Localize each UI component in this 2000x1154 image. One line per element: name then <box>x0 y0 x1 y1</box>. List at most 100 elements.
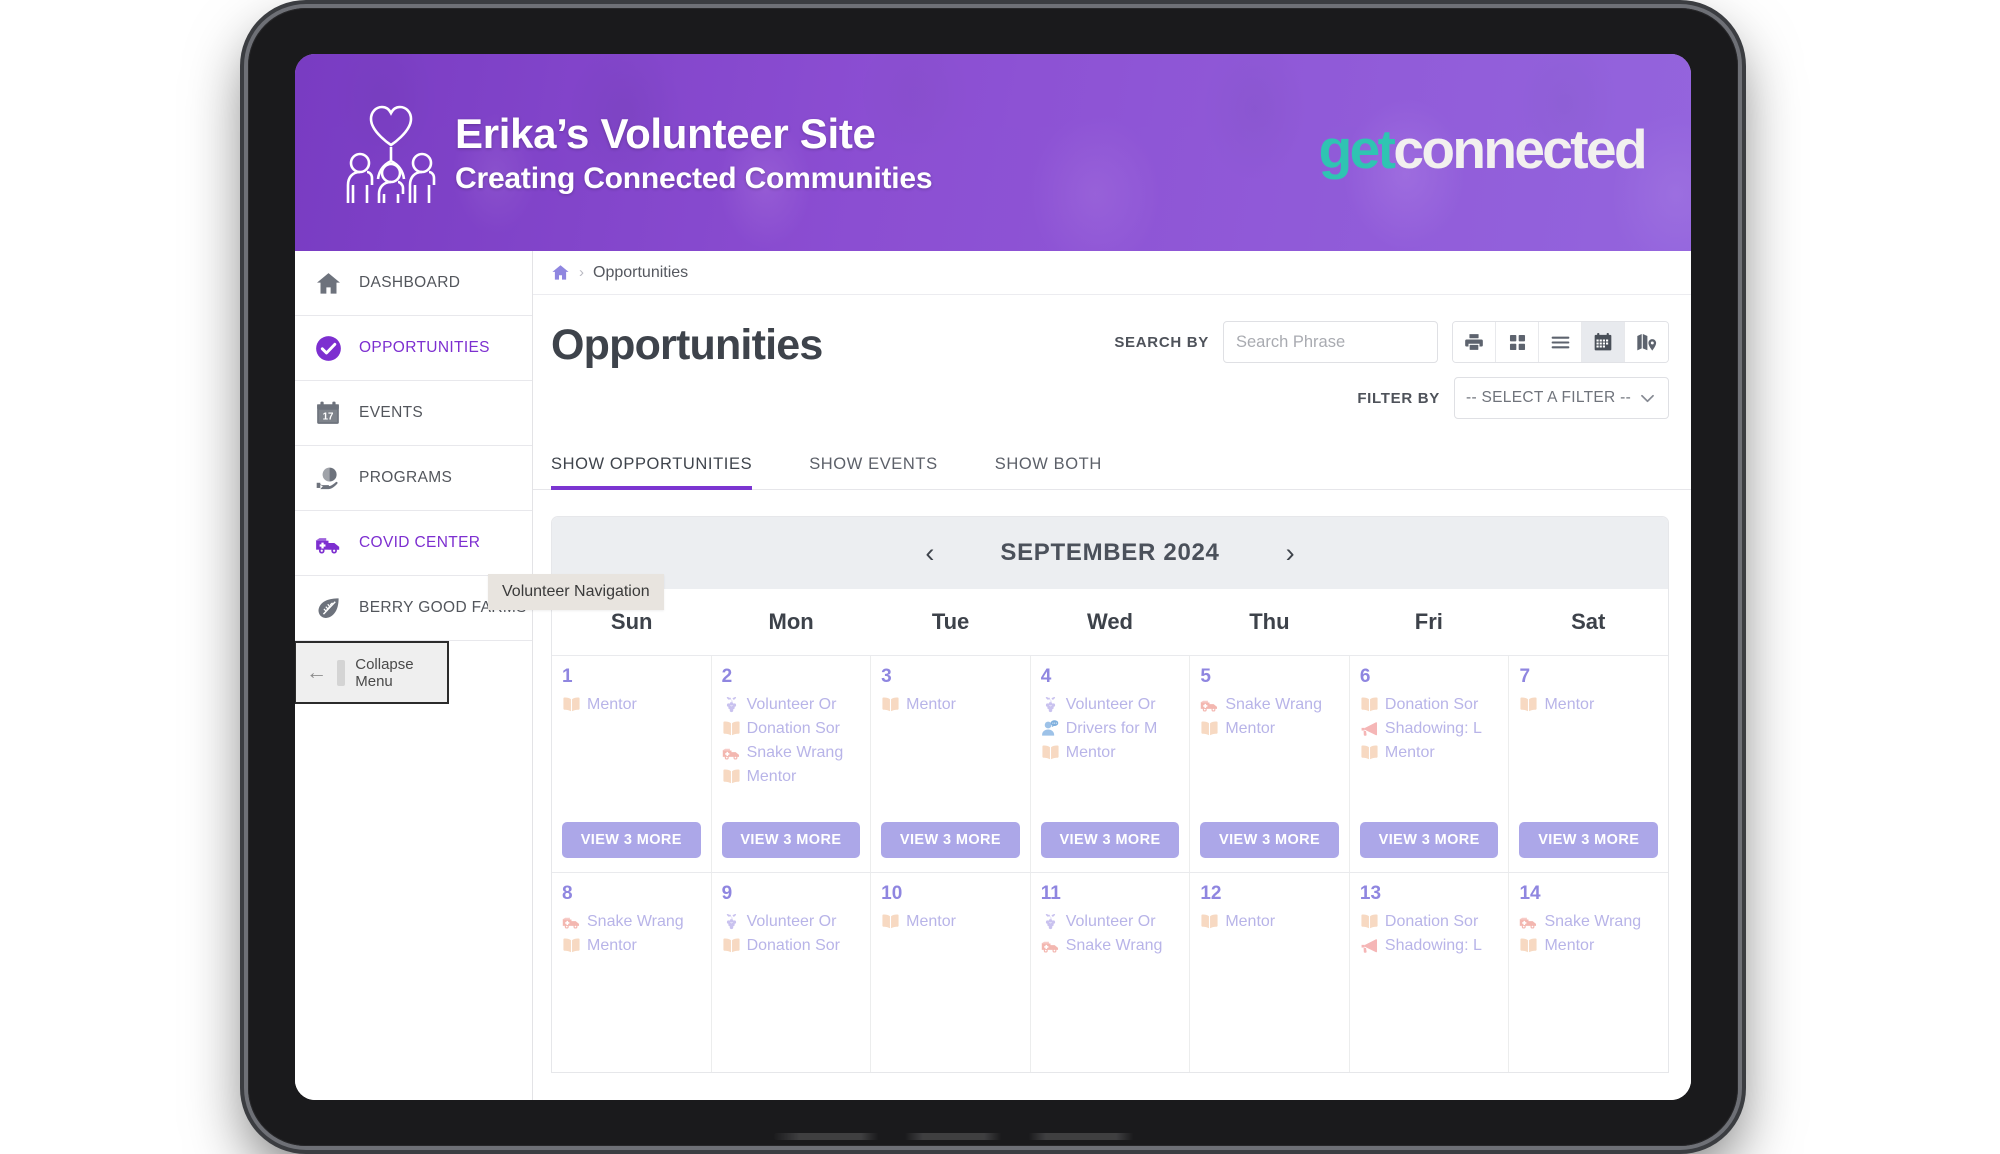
sidebar-item-covid-center[interactable]: COVID CENTER <box>295 511 532 576</box>
map-view-icon[interactable] <box>1625 322 1668 362</box>
calendar-day-number: 14 <box>1519 883 1541 904</box>
calendar-event-item[interactable]: Donation Sor <box>722 936 871 955</box>
grid-view-icon[interactable] <box>1496 322 1539 362</box>
calendar-17-icon: 17 <box>313 398 343 428</box>
calendar-event-item[interactable]: Snake Wrang <box>562 912 711 931</box>
home-icon[interactable] <box>551 263 570 282</box>
calendar-day-cell[interactable]: 2 Volunteer Or Donation Sor Snake Wrang Ment… <box>712 656 872 872</box>
calendar-day-cell[interactable]: 5 Snake Wrang Mentor VIEW 3 MORE <box>1190 656 1350 872</box>
view-more-button[interactable]: VIEW 3 MORE <box>881 821 1020 858</box>
calendar-event-title: Mentor <box>1384 743 1435 761</box>
calendar-day-events: Volunteer Or Snake Wrang <box>1041 912 1190 955</box>
calendar-event-item[interactable]: Mentor <box>1041 743 1190 762</box>
calendar-event-title: Mentor <box>746 767 797 785</box>
sidebar-item-opportunities[interactable]: OPPORTUNITIES <box>295 316 532 381</box>
calendar-event-title: Volunteer Or <box>746 695 837 713</box>
calendar-day-cell[interactable]: 10 Mentor <box>871 873 1031 1072</box>
calendar-event-item[interactable]: Mentor <box>722 767 871 786</box>
filter-select-value: -- SELECT A FILTER -- <box>1466 389 1632 406</box>
calendar-event-item[interactable]: Mentor <box>1360 743 1509 762</box>
calendar-event-item[interactable]: Mentor <box>881 695 1030 714</box>
view-more-button[interactable]: VIEW 3 MORE <box>1359 821 1499 858</box>
sidebar-item-events[interactable]: 17 EVENTS <box>295 381 532 446</box>
calendar-day-events: Mentor <box>881 695 1030 714</box>
calendar-day-cell[interactable]: 11 Volunteer Or Snake Wrang <box>1031 873 1191 1072</box>
book-icon <box>881 695 900 714</box>
collapse-menu-button[interactable]: ← Collapse Menu <box>295 641 449 704</box>
calendar-event-title: Snake Wrang <box>1544 912 1642 930</box>
calendar-day-cell[interactable]: 4 Volunteer Or Drivers for M Mentor VIEW 3 M… <box>1031 656 1191 872</box>
calendar-event-item[interactable]: Mentor <box>881 912 1030 931</box>
calendar-day-number: 4 <box>1040 666 1052 687</box>
ambulance-icon <box>1041 936 1060 955</box>
calendar-day-cell[interactable]: 1 Mentor VIEW 3 MORE <box>552 656 712 872</box>
app-body: DASHBOARD OPPORTUNITIES 17 EVENTS PROGRA… <box>295 251 1691 1100</box>
view-more-button[interactable]: VIEW 3 MORE <box>721 821 861 858</box>
calendar-event-item[interactable]: Volunteer Or <box>1041 912 1190 931</box>
calendar-day-number: 3 <box>881 666 892 687</box>
tab-show-both[interactable]: SHOW BOTH <box>995 441 1132 489</box>
filter-row: FILTER BY -- SELECT A FILTER -- <box>1357 377 1669 419</box>
ambulance-icon <box>313 528 343 558</box>
calendar-event-item[interactable]: Volunteer Or <box>722 912 871 931</box>
calendar-event-title: Snake Wrang <box>1065 936 1163 954</box>
tab-bar: SHOW OPPORTUNITIES SHOW EVENTS SHOW BOTH <box>533 441 1691 490</box>
calendar-day-number: 9 <box>721 883 733 904</box>
calendar-day-cell[interactable]: 7 Mentor VIEW 3 MORE <box>1509 656 1668 872</box>
calendar-day-cell[interactable]: 9 Volunteer Or Donation Sor <box>712 873 872 1072</box>
device-speaker-grille <box>773 1133 1213 1140</box>
search-input[interactable] <box>1223 321 1438 363</box>
calendar-event-item[interactable]: Drivers for M <box>1041 719 1190 738</box>
tab-show-events[interactable]: SHOW EVENTS <box>809 441 968 489</box>
calendar-event-item[interactable]: Mentor <box>562 936 711 955</box>
calendar-event-item[interactable]: Donation Sor <box>1360 695 1509 714</box>
calendar-event-item[interactable]: Shadowing: L <box>1360 936 1509 955</box>
calendar-event-title: Donation Sor <box>1384 912 1479 930</box>
list-view-icon[interactable] <box>1539 322 1582 362</box>
view-more-button[interactable]: VIEW 3 MORE <box>1040 821 1180 858</box>
calendar-wrap: ‹ SEPTEMBER 2024 › Sun Mon Tue Wed Thu Fri Sat… <box>533 490 1691 1100</box>
calendar-event-title: Volunteer Or <box>1065 912 1156 930</box>
ambulance-icon <box>721 743 741 762</box>
view-more-button[interactable]: VIEW 3 MORE <box>1519 821 1659 858</box>
calendar-event-item[interactable]: Volunteer Or <box>1041 695 1190 714</box>
sidebar-item-dashboard[interactable]: DASHBOARD <box>295 251 532 316</box>
view-more-button[interactable]: VIEW 3 MORE <box>562 821 701 858</box>
filter-select[interactable]: -- SELECT A FILTER -- <box>1454 377 1669 419</box>
calendar-event-item[interactable]: Shadowing: L <box>1360 719 1509 738</box>
calendar-event-title: Mentor <box>1544 695 1595 713</box>
calendar-day-cell[interactable]: 3 Mentor VIEW 3 MORE <box>871 656 1031 872</box>
calendar-event-item[interactable]: Mentor <box>562 695 711 714</box>
calendar-event-item[interactable]: Snake Wrang <box>1041 936 1190 955</box>
calendar-event-item[interactable]: Mentor <box>1519 936 1668 955</box>
view-more-button[interactable]: VIEW 3 MORE <box>1200 821 1339 858</box>
calendar-day-number: 6 <box>1359 666 1371 687</box>
calendar-prev-month-button[interactable]: ‹ <box>915 536 944 571</box>
site-tagline: Creating Connected Communities <box>455 161 933 195</box>
tab-show-opportunities[interactable]: SHOW OPPORTUNITIES <box>551 441 782 490</box>
book-icon <box>722 719 741 738</box>
calendar-view-icon[interactable] <box>1582 322 1625 362</box>
calendar-day-cell[interactable]: 14 Snake Wrang Mentor <box>1509 873 1668 1072</box>
calendar-event-title: Donation Sor <box>746 936 840 954</box>
calendar-event-item[interactable]: Mentor <box>1519 695 1668 714</box>
sidebar-item-programs[interactable]: PROGRAMS <box>295 446 532 511</box>
calendar-event-item[interactable]: Mentor <box>1200 719 1349 738</box>
calendar-event-item[interactable]: Snake Wrang <box>721 743 871 762</box>
book-icon <box>1360 912 1379 931</box>
calendar-event-item[interactable]: Donation Sor <box>1360 912 1509 931</box>
calendar-day-cell[interactable]: 13 Donation Sor Shadowing: L <box>1350 873 1510 1072</box>
collapse-menu-label: Collapse Menu <box>355 655 414 690</box>
print-icon[interactable] <box>1453 322 1496 362</box>
calendar-event-item[interactable]: Snake Wrang <box>1519 912 1668 931</box>
calendar-day-cell[interactable]: 8 Snake Wrang Mentor <box>552 873 712 1072</box>
calendar-event-item[interactable]: Volunteer Or <box>722 695 871 714</box>
calendar-day-events: Mentor <box>881 912 1030 931</box>
calendar-next-month-button[interactable]: › <box>1276 536 1305 571</box>
calendar-event-title: Mentor <box>1544 936 1595 954</box>
calendar-event-item[interactable]: Donation Sor <box>722 719 871 738</box>
calendar-day-cell[interactable]: 12 Mentor <box>1190 873 1350 1072</box>
calendar-event-item[interactable]: Snake Wrang <box>1200 695 1349 714</box>
calendar-day-cell[interactable]: 6 Donation Sor Shadowing: L Mentor VIEW 3 MO… <box>1350 656 1510 872</box>
calendar-event-item[interactable]: Mentor <box>1200 912 1349 931</box>
